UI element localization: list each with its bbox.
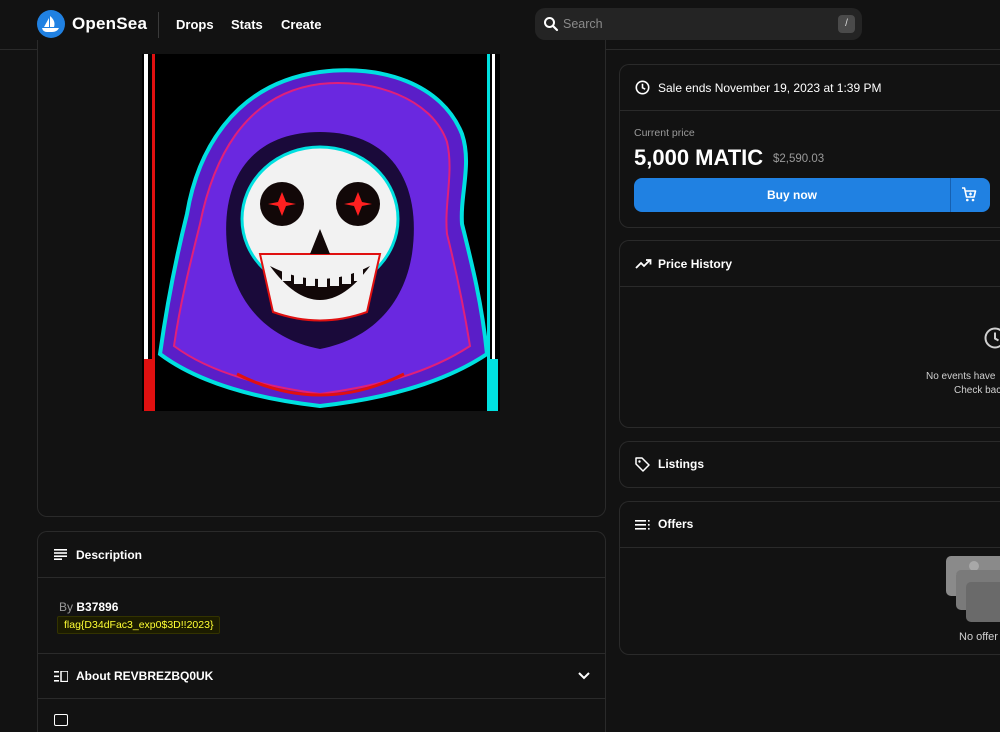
buy-now-label: Buy now	[634, 188, 950, 202]
divider	[38, 653, 605, 654]
list-icon	[635, 520, 650, 530]
cart-icon[interactable]	[961, 187, 977, 202]
divider	[620, 286, 1000, 287]
price-history-title[interactable]: Price History	[658, 257, 732, 271]
usd-price: $2,590.03	[773, 153, 824, 165]
description-lines-icon	[54, 549, 67, 560]
offers-panel: Offers No offer	[619, 501, 1000, 655]
chevron-down-icon[interactable]	[578, 672, 590, 680]
creator-byline: By B37896	[59, 600, 118, 614]
offers-title[interactable]: Offers	[658, 517, 693, 531]
tag-icon	[635, 457, 650, 472]
divider	[38, 698, 605, 699]
current-price: 5,000 MATIC	[634, 145, 763, 171]
sale-panel: Sale ends November 19, 2023 at 1:39 PM C…	[619, 64, 1000, 228]
button-divider	[950, 178, 951, 212]
description-text: flag{D34dFac3_exp0$3D!!2023}	[57, 616, 220, 634]
empty-state-text: No events have	[926, 371, 996, 382]
nav-stats[interactable]: Stats	[231, 17, 263, 32]
creator-link[interactable]: B37896	[76, 600, 118, 614]
divider	[38, 577, 605, 578]
clock-icon	[983, 326, 1000, 350]
sale-end-text: Sale ends November 19, 2023 at 1:39 PM	[658, 81, 881, 95]
listings-title[interactable]: Listings	[658, 457, 704, 471]
divider	[620, 547, 1000, 548]
by-label: By	[59, 600, 73, 614]
search-placeholder: Search	[563, 17, 603, 31]
search-icon	[543, 16, 559, 32]
current-price-label: Current price	[634, 127, 695, 139]
nft-image[interactable]	[142, 54, 500, 411]
clock-icon	[635, 80, 650, 95]
empty-offers-illustration-icon	[946, 556, 1000, 622]
search-shortcut-badge: /	[838, 15, 855, 33]
details-icon	[54, 714, 68, 726]
description-title[interactable]: Description	[76, 548, 142, 562]
header-divider	[158, 12, 159, 38]
about-title[interactable]: About REVBREZBQ0UK	[76, 669, 213, 683]
opensea-logo-icon[interactable]	[37, 10, 65, 38]
nav-drops[interactable]: Drops	[176, 17, 214, 32]
trending-icon	[635, 258, 652, 269]
buy-now-button[interactable]: Buy now	[634, 178, 990, 212]
divider	[620, 110, 1000, 111]
listings-panel[interactable]: Listings	[619, 441, 1000, 488]
empty-state-subtext: Check bac	[954, 385, 1000, 396]
price-history-panel: Price History No events have Check bac	[619, 240, 1000, 428]
empty-state-text: No offer	[959, 631, 998, 643]
about-icon	[54, 671, 68, 682]
description-panel: Description By B37896 flag{D34dFac3_exp0…	[37, 531, 606, 732]
brand-name[interactable]: OpenSea	[72, 14, 147, 34]
nav-create[interactable]: Create	[281, 17, 321, 32]
search-input[interactable]: Search /	[535, 8, 862, 40]
